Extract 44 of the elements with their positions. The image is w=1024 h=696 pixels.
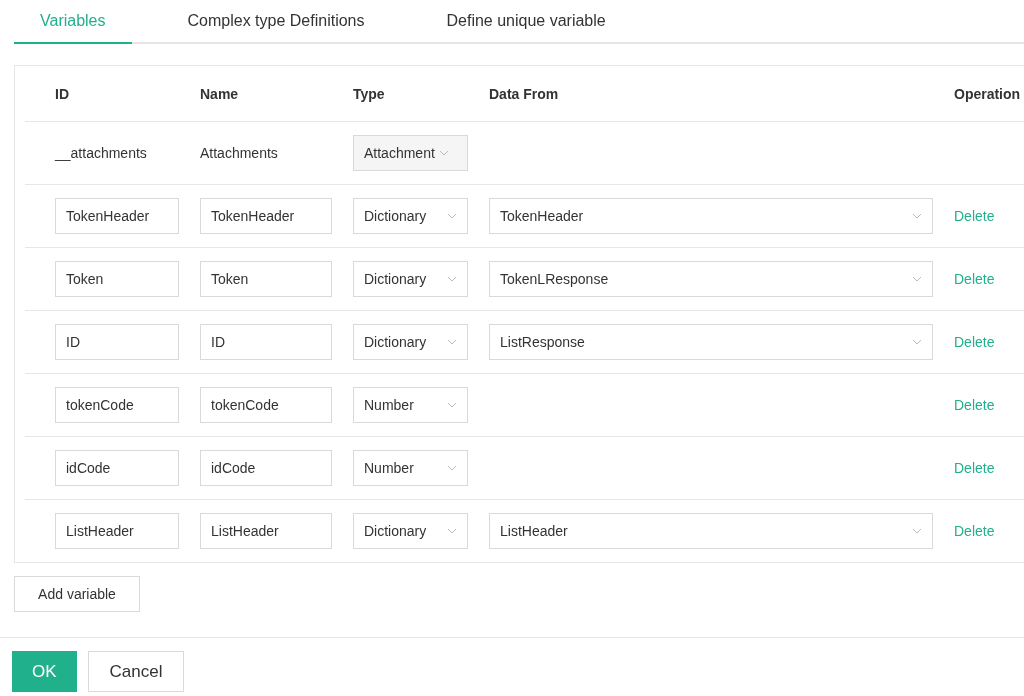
chevron-down-icon [447, 339, 457, 345]
column-header: Data From [489, 85, 560, 102]
add-variable-button[interactable]: Add variable [14, 576, 140, 612]
chevron-down-icon [438, 150, 449, 156]
chevron-down-icon [447, 276, 457, 282]
id-field[interactable]: tokenCode [55, 387, 179, 423]
type-dropdown[interactable]: Number [353, 450, 468, 486]
data-from-dropdown[interactable]: TokenHeader [489, 198, 933, 234]
id-field[interactable]: ListHeader [55, 513, 179, 549]
chevron-down-icon [447, 402, 457, 408]
data-from-dropdown[interactable]: TokenLResponse [489, 261, 933, 297]
tab[interactable]: Complex type Definitions [161, 0, 391, 44]
id-field[interactable]: ID [55, 324, 179, 360]
chevron-down-icon [912, 528, 922, 534]
column-header: Name [200, 85, 240, 102]
type-dropdown[interactable]: Number [353, 387, 468, 423]
column-header: Type [353, 85, 386, 102]
chevron-down-icon [447, 528, 457, 534]
name-field[interactable]: idCode [200, 450, 332, 486]
type-dropdown[interactable]: Dictionary [353, 261, 468, 297]
name-field[interactable]: ID [200, 324, 332, 360]
name-field[interactable]: Token [200, 261, 332, 297]
chevron-down-icon [912, 213, 922, 219]
chevron-down-icon [912, 339, 922, 345]
name-text: Attachments [200, 145, 279, 161]
cancel-button[interactable]: Cancel [87, 651, 185, 692]
id-text: __attachments [55, 145, 148, 161]
chevron-down-icon [447, 213, 457, 219]
type-dropdown[interactable]: Dictionary [353, 513, 468, 549]
id-field[interactable]: Token [55, 261, 179, 297]
data-from-dropdown[interactable]: ListHeader [489, 513, 933, 549]
chevron-down-icon [912, 276, 922, 282]
type-dropdown[interactable]: Dictionary [353, 198, 468, 234]
column-header: ID [55, 85, 70, 102]
id-field[interactable]: TokenHeader [55, 198, 179, 234]
name-field[interactable]: TokenHeader [200, 198, 332, 234]
type-dropdown[interactable]: Dictionary [353, 324, 468, 360]
name-field[interactable]: ListHeader [200, 513, 332, 549]
data-from-dropdown[interactable]: ListResponse [489, 324, 933, 360]
name-field[interactable]: tokenCode [200, 387, 332, 423]
id-field[interactable]: idCode [55, 450, 179, 486]
tab[interactable]: Define unique variable [420, 0, 632, 44]
chevron-down-icon [447, 465, 457, 471]
column-header: Operation [954, 85, 1022, 102]
